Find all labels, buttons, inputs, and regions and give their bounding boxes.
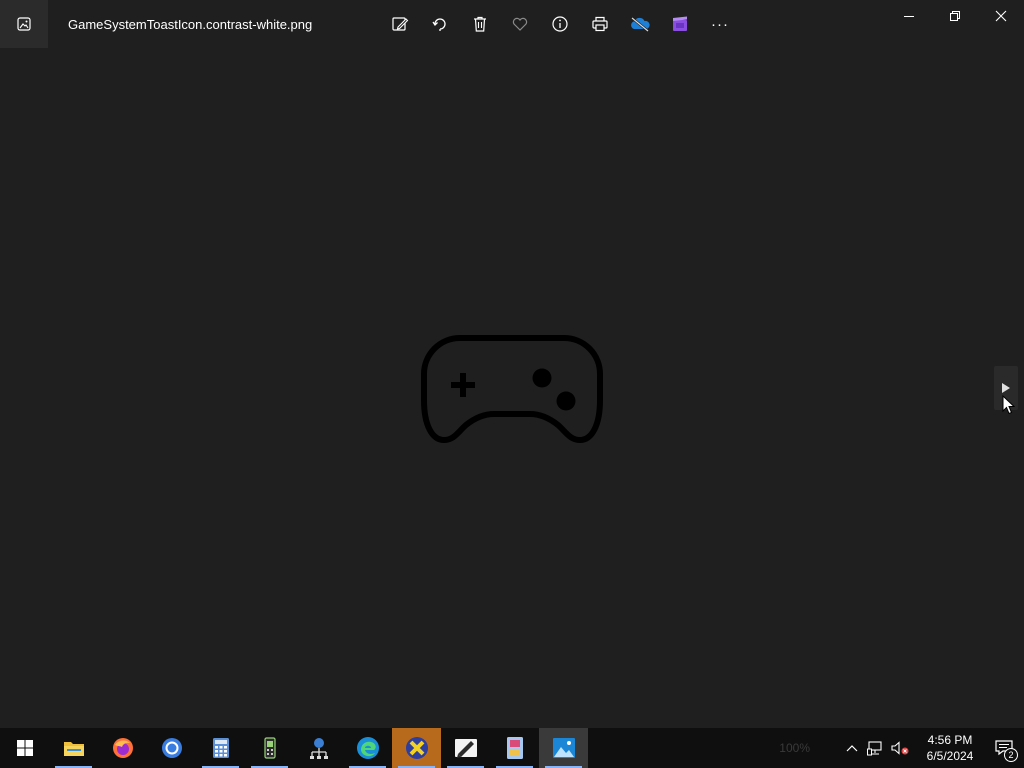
taskbar-network-app[interactable] [294, 728, 343, 768]
info-button[interactable] [540, 4, 580, 44]
network-status-button[interactable] [864, 728, 888, 768]
more-options-icon: ··· [711, 15, 729, 33]
onedrive-icon [631, 17, 650, 32]
network-globe-icon [309, 738, 328, 759]
more-options-button[interactable]: ··· [700, 4, 740, 44]
taskbar-draw-app[interactable] [441, 728, 490, 768]
taskbar-photos-app[interactable] [539, 728, 588, 768]
taskbar-phone-app[interactable] [245, 728, 294, 768]
xbox-x-icon [405, 737, 428, 759]
photos-app-icon [552, 738, 575, 758]
clock-date: 6/5/2024 [926, 749, 974, 763]
taskbar-edge[interactable] [343, 728, 392, 768]
archive-icon [506, 737, 523, 759]
photo-frame-icon [17, 17, 31, 31]
edit-image-icon [392, 17, 409, 31]
favorite-heart-icon [512, 17, 528, 31]
mobile-phone-icon [263, 737, 276, 759]
taskbar-file-explorer[interactable] [49, 728, 98, 768]
folder-icon [63, 742, 84, 756]
edit-image-button[interactable] [380, 4, 420, 44]
firefox-icon [112, 738, 133, 758]
close-button[interactable] [978, 0, 1024, 32]
taskbar-xbox-app[interactable] [392, 728, 441, 768]
photos-app-window: GameSystemToastIcon.contrast-white.png ·… [0, 0, 1024, 728]
windows-logo-icon [16, 740, 33, 756]
video-editor-icon [673, 16, 687, 31]
notification-count-badge: 2 [1004, 748, 1018, 762]
taskbar: 100% 4:56 PM 6/5/2024 2 [0, 728, 1024, 768]
restore-icon [950, 11, 960, 21]
rotate-icon [432, 18, 446, 31]
restore-button[interactable] [932, 0, 978, 32]
title-bar: GameSystemToastIcon.contrast-white.png ·… [0, 0, 1024, 48]
clock[interactable]: 4:56 PM 6/5/2024 [916, 732, 984, 764]
network-icon [867, 741, 882, 756]
print-button[interactable] [580, 4, 620, 44]
show-hidden-icons-button[interactable] [840, 728, 864, 768]
edge-icon [356, 737, 379, 759]
calculator-icon [212, 738, 229, 758]
system-tray: 100% 4:56 PM 6/5/2024 2 [779, 728, 1024, 768]
window-controls [886, 0, 1024, 32]
close-icon [995, 10, 1007, 22]
start-button[interactable] [0, 728, 49, 768]
drawing-board-icon [454, 739, 477, 758]
rotate-button[interactable] [420, 4, 460, 44]
volume-muted-icon [891, 741, 909, 755]
taskbar-chrome[interactable] [147, 728, 196, 768]
next-arrow-icon [1002, 383, 1010, 393]
zoom-level: 100% [779, 741, 810, 755]
video-editor-button[interactable] [660, 4, 700, 44]
minimize-button[interactable] [886, 0, 932, 32]
print-icon [592, 16, 608, 32]
toolbar: ··· [380, 4, 740, 44]
action-center-button[interactable]: 2 [984, 728, 1024, 768]
window-title: GameSystemToastIcon.contrast-white.png [68, 16, 313, 32]
delete-icon [474, 16, 486, 32]
favorite-button[interactable] [500, 4, 540, 44]
minimize-icon [904, 16, 914, 17]
gamepad-icon [421, 335, 603, 444]
photos-app-icon[interactable] [0, 0, 48, 48]
taskbar-archive-app[interactable] [490, 728, 539, 768]
taskbar-firefox[interactable] [98, 728, 147, 768]
image-viewer[interactable] [0, 48, 1024, 728]
clock-time: 4:56 PM [927, 733, 973, 747]
taskbar-calculator[interactable] [196, 728, 245, 768]
info-icon [552, 16, 568, 32]
chrome-icon [161, 738, 182, 758]
delete-button[interactable] [460, 4, 500, 44]
onedrive-button[interactable] [620, 4, 660, 44]
chevron-up-icon [846, 745, 858, 752]
volume-button[interactable] [888, 728, 912, 768]
mouse-cursor-icon [1002, 395, 1016, 415]
